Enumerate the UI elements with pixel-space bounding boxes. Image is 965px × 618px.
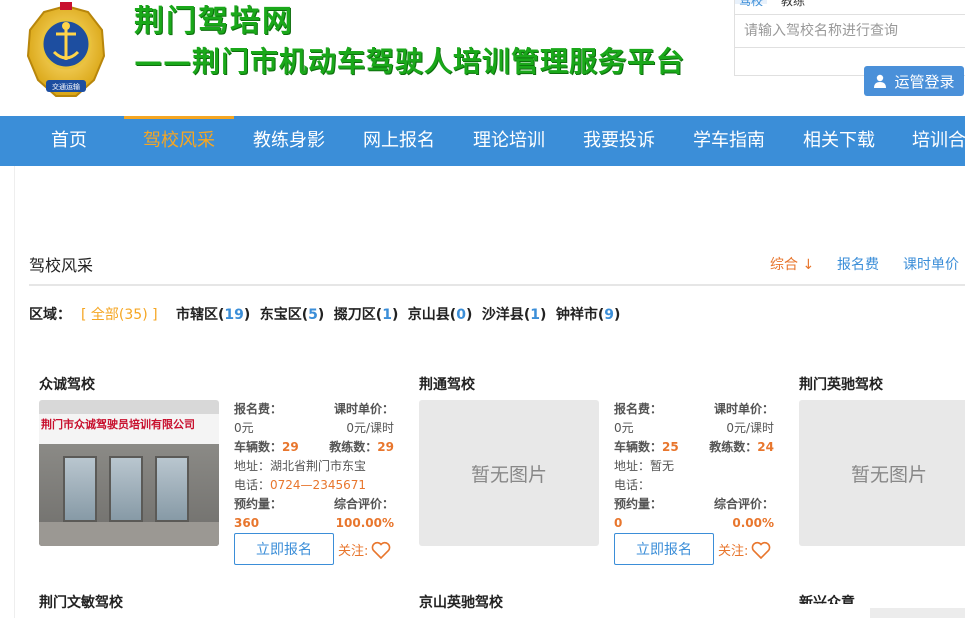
nav-item-complaint[interactable]: 我要投诉 [564, 116, 674, 166]
school-name[interactable]: 荆门英驰驾校 [799, 374, 883, 394]
follow-button[interactable]: 关注: [718, 540, 771, 559]
site-header: 交通运输 荆门驾培网 ——荆门市机动车驾驶人培训管理服务平台 驾校 教练 运管登… [0, 0, 965, 116]
traffic-emblem-logo: 交通运输 [26, 2, 106, 97]
admin-login-button[interactable]: 运管登录 [864, 66, 964, 96]
region-item-dongbao[interactable]: 东宝区(5) [260, 307, 325, 323]
region-item-jingshan[interactable]: 京山县(0) [408, 307, 473, 323]
school-name[interactable]: 新兴众意 [799, 592, 855, 604]
school-photo[interactable]: 荆门市众诚驾驶员培训有限公司 [39, 400, 219, 546]
search-tabs: 驾校 教练 [735, 0, 965, 12]
region-all[interactable]: [ 全部(35) ] [81, 307, 158, 323]
school-name[interactable]: 京山英驰驾校 [419, 592, 503, 612]
school-photo[interactable]: 暂无图片 [419, 400, 599, 546]
bookings-value: 360 [234, 516, 260, 530]
vehicles-value: 29 [282, 440, 299, 454]
region-label: 区域： [29, 307, 71, 323]
region-item-shixia[interactable]: 市辖区(19) [176, 307, 250, 323]
region-filter: 区域： [ 全部(35) ] 市辖区(19) 东宝区(5) 掇刀区(1) 京山县(… [29, 304, 625, 324]
sort-overall[interactable]: 综合 ↓ [770, 254, 814, 274]
photo-door [109, 456, 143, 522]
school-info: 报名费： 课时单价： 0元 0元/课时 车辆数：25 教练数：24 地址：暂无 电话：… [614, 400, 774, 533]
no-image-placeholder: 暂无图片 [419, 400, 599, 546]
school-card: 荆门英驰驾校 暂无图片 [799, 374, 965, 564]
school-name[interactable]: 荆通驾校 [419, 374, 475, 394]
sort-unit-price[interactable]: 课时单价 [903, 254, 959, 274]
school-name[interactable]: 荆门文敏驾校 [39, 592, 123, 612]
left-divider [14, 166, 15, 618]
region-item-zhongxiang[interactable]: 钟祥市(9) [556, 307, 621, 323]
photo-door [155, 456, 189, 522]
fee-value: 0元 [234, 421, 254, 435]
region-item-duodao[interactable]: 掇刀区(1) [334, 307, 399, 323]
heart-icon [752, 541, 771, 559]
enroll-button[interactable]: 立即报名 [234, 533, 334, 565]
address-value: 湖北省荆门市东宝 [270, 459, 367, 473]
unit-price-value: 0元/课时 [726, 421, 774, 435]
nav-item-guide[interactable]: 学车指南 [674, 116, 784, 166]
search-tab-coach[interactable]: 教练 [781, 0, 805, 7]
rating-value: 100.00% [335, 516, 394, 530]
nav-item-theory[interactable]: 理论培训 [454, 116, 564, 166]
search-box: 驾校 教练 [734, 0, 965, 76]
nav-item-downloads[interactable]: 相关下载 [784, 116, 894, 166]
school-info: 报名费： 课时单价： 0元 0元/课时 车辆数：29 教练数：29 地址：湖北省荆门市… [234, 400, 394, 533]
bookings-value: 0 [614, 516, 623, 530]
site-subtitle: ——荆门市机动车驾驶人培训管理服务平台 [134, 45, 686, 78]
admin-login-label: 运管登录 [894, 72, 955, 91]
rating-value: 0.00% [732, 516, 774, 530]
coaches-value: 24 [757, 440, 774, 454]
school-card: 荆通驾校 暂无图片 报名费： 课时单价： 0元 0元/课时 车辆数：25 教练数：24… [419, 374, 789, 565]
horizontal-scrollbar[interactable] [870, 608, 965, 618]
photo-door [63, 456, 97, 522]
nav-item-home[interactable]: 首页 [14, 116, 124, 166]
photo-ground [39, 522, 219, 546]
vehicles-value: 25 [662, 440, 679, 454]
fee-value: 0元 [614, 421, 634, 435]
search-tab-school[interactable]: 驾校 [735, 0, 768, 7]
photo-sign-text: 荆门市众诚驾驶员培训有限公司 [41, 418, 195, 431]
no-image-placeholder: 暂无图片 [799, 400, 965, 546]
address-value: 暂无 [650, 459, 675, 473]
unit-price-value: 0元/课时 [346, 421, 394, 435]
nav-item-schools[interactable]: 驾校风采 [124, 116, 234, 166]
enroll-button[interactable]: 立即报名 [614, 533, 714, 565]
sort-fee[interactable]: 报名费 [837, 254, 879, 274]
nav-item-online-signup[interactable]: 网上报名 [344, 116, 454, 166]
main-nav: 首页 驾校风采 教练身影 网上报名 理论培训 我要投诉 学车指南 相关下载 培训… [0, 116, 965, 166]
section-title: 驾校风采 [29, 256, 94, 275]
search-input[interactable] [735, 14, 965, 48]
site-title: 荆门驾培网 [134, 4, 294, 39]
nav-item-training[interactable]: 培训合 [894, 116, 965, 166]
heart-icon [372, 541, 391, 559]
school-photo[interactable]: 暂无图片 [799, 400, 965, 546]
phone-value: 0724—2345671 [270, 478, 366, 492]
region-item-shayang[interactable]: 沙洋县(1) [482, 307, 547, 323]
school-name[interactable]: 众诚驾校 [39, 374, 95, 394]
nav-item-coaches[interactable]: 教练身影 [234, 116, 344, 166]
user-icon [874, 74, 887, 88]
coaches-value: 29 [377, 440, 394, 454]
section-divider [29, 284, 965, 286]
svg-text:交通运输: 交通运输 [52, 82, 80, 91]
school-card: 众诚驾校 荆门市众诚驾驶员培训有限公司 报名费： 课时单价： 0元 0元/课时 车辆… [39, 374, 409, 565]
follow-button[interactable]: 关注: [338, 540, 391, 559]
